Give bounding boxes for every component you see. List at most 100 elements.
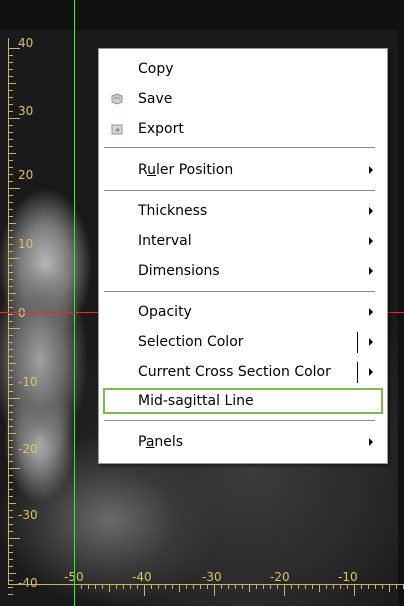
vertical-ruler-tick xyxy=(8,314,13,315)
vertical-ruler-tick xyxy=(8,419,13,420)
vertical-ruler-tick xyxy=(8,167,13,168)
horizontal-ruler-tick xyxy=(340,584,341,589)
menu-item-interval[interactable]: Interval xyxy=(99,226,387,256)
vertical-ruler-label: 20 xyxy=(18,168,34,182)
vertical-ruler-tick xyxy=(8,412,13,413)
vertical-ruler-tick xyxy=(8,251,13,252)
vertical-ruler-tick xyxy=(8,188,20,189)
vertical-ruler-tick xyxy=(8,125,13,126)
vertical-ruler-tick xyxy=(8,195,13,196)
menu-item-selection-color[interactable]: Selection Color xyxy=(99,327,387,357)
vertical-ruler-tick xyxy=(8,83,16,84)
vertical-ruler: 40 30 20 10 0 -10 -20 -30 -40 xyxy=(8,36,38,595)
horizontal-ruler-tick xyxy=(319,584,320,592)
horizontal-ruler-tick xyxy=(151,584,152,589)
horizontal-ruler-tick xyxy=(144,584,145,596)
vertical-ruler-tick xyxy=(8,370,13,371)
vertical-ruler-tick xyxy=(8,300,13,301)
vertical-ruler-tick xyxy=(8,363,16,364)
vertical-ruler-tick xyxy=(8,426,13,427)
horizontal-ruler-tick xyxy=(354,584,355,596)
vertical-ruler-tick xyxy=(8,377,13,378)
horizontal-ruler-tick xyxy=(102,584,103,589)
menu-item-opacity[interactable]: Opacity xyxy=(99,297,387,327)
vertical-ruler-tick xyxy=(8,272,13,273)
vertical-ruler-tick xyxy=(8,405,13,406)
vertical-ruler-tick xyxy=(8,461,13,462)
horizontal-ruler-label: -10 xyxy=(338,570,358,584)
horizontal-ruler-tick xyxy=(270,584,271,589)
vertical-ruler-tick xyxy=(8,139,13,140)
horizontal-ruler-tick xyxy=(116,584,117,589)
vertical-ruler-tick xyxy=(8,223,16,224)
horizontal-ruler-tick xyxy=(326,584,327,589)
horizontal-ruler-tick xyxy=(389,584,390,592)
vertical-ruler-tick xyxy=(8,48,20,49)
vertical-ruler-tick xyxy=(8,545,13,546)
menu-item-save[interactable]: Save xyxy=(99,84,387,114)
submenu-arrow-icon xyxy=(369,267,373,275)
viewport-top-band xyxy=(0,0,404,30)
split-divider xyxy=(357,332,358,353)
menu-item-highlight xyxy=(103,388,383,414)
sagittal-crosshair-line[interactable] xyxy=(74,0,75,606)
horizontal-ruler-label: -20 xyxy=(270,570,290,584)
horizontal-ruler-tick xyxy=(228,584,229,589)
submenu-arrow-icon[interactable] xyxy=(369,338,373,346)
vertical-ruler-label: -30 xyxy=(18,508,38,522)
vertical-ruler-tick xyxy=(8,447,13,448)
vertical-ruler-tick xyxy=(8,384,13,385)
menu-item-copy[interactable]: Copy xyxy=(99,54,387,84)
vertical-ruler-tick xyxy=(8,111,13,112)
vertical-ruler-tick xyxy=(8,132,13,133)
menu-item-ruler-position[interactable]: Ruler Position xyxy=(99,155,387,185)
split-divider xyxy=(357,362,358,383)
horizontal-ruler-tick xyxy=(109,584,110,592)
vertical-ruler-tick xyxy=(8,510,13,511)
vertical-ruler-tick xyxy=(8,482,13,483)
vertical-ruler-tick xyxy=(8,475,13,476)
horizontal-ruler-tick xyxy=(123,584,124,589)
submenu-arrow-icon xyxy=(369,207,373,215)
menu-item-current-cross-section-color[interactable]: Current Cross Section Color xyxy=(99,357,387,387)
vertical-ruler-tick xyxy=(8,279,13,280)
vertical-ruler-tick xyxy=(8,216,13,217)
menu-item-label: Save xyxy=(138,91,173,107)
horizontal-ruler-tick xyxy=(291,584,292,589)
menu-item-label: Panels xyxy=(138,434,184,450)
vertical-ruler-tick xyxy=(8,181,13,182)
horizontal-ruler-tick xyxy=(81,584,82,589)
horizontal-ruler-tick xyxy=(249,584,250,592)
vertical-ruler-tick xyxy=(8,153,16,154)
vertical-ruler-tick xyxy=(8,118,20,119)
menu-separator xyxy=(104,420,375,421)
vertical-ruler-tick xyxy=(8,342,13,343)
submenu-arrow-icon[interactable] xyxy=(369,368,373,376)
menu-separator xyxy=(104,190,375,191)
menu-item-dimensions[interactable]: Dimensions xyxy=(99,256,387,286)
vertical-ruler-tick xyxy=(8,62,13,63)
vertical-ruler-tick xyxy=(8,391,13,392)
horizontal-ruler-tick xyxy=(214,584,215,596)
vertical-ruler-label: 10 xyxy=(18,237,34,251)
vertical-ruler-tick xyxy=(8,524,13,525)
menu-item-export[interactable]: Export xyxy=(99,114,387,144)
horizontal-ruler-tick xyxy=(298,584,299,589)
vertical-ruler-label: -10 xyxy=(18,375,38,389)
horizontal-ruler-tick xyxy=(284,584,285,596)
vertical-ruler-tick xyxy=(8,468,20,469)
horizontal-ruler-tick xyxy=(186,584,187,589)
menu-item-label: Opacity xyxy=(138,304,192,320)
submenu-arrow-icon xyxy=(369,438,373,446)
menu-item-label: Current Cross Section Color xyxy=(138,364,331,380)
vertical-ruler-tick xyxy=(8,440,13,441)
submenu-arrow-icon xyxy=(369,237,373,245)
horizontal-ruler-tick xyxy=(396,584,397,589)
vertical-ruler-tick xyxy=(8,517,13,518)
menu-item-panels[interactable]: Panels xyxy=(99,427,387,457)
horizontal-ruler-tick xyxy=(242,584,243,589)
vertical-ruler-tick xyxy=(8,146,13,147)
vertical-ruler-tick xyxy=(8,433,16,434)
menu-item-thickness[interactable]: Thickness xyxy=(99,196,387,226)
horizontal-ruler-line xyxy=(8,584,404,585)
